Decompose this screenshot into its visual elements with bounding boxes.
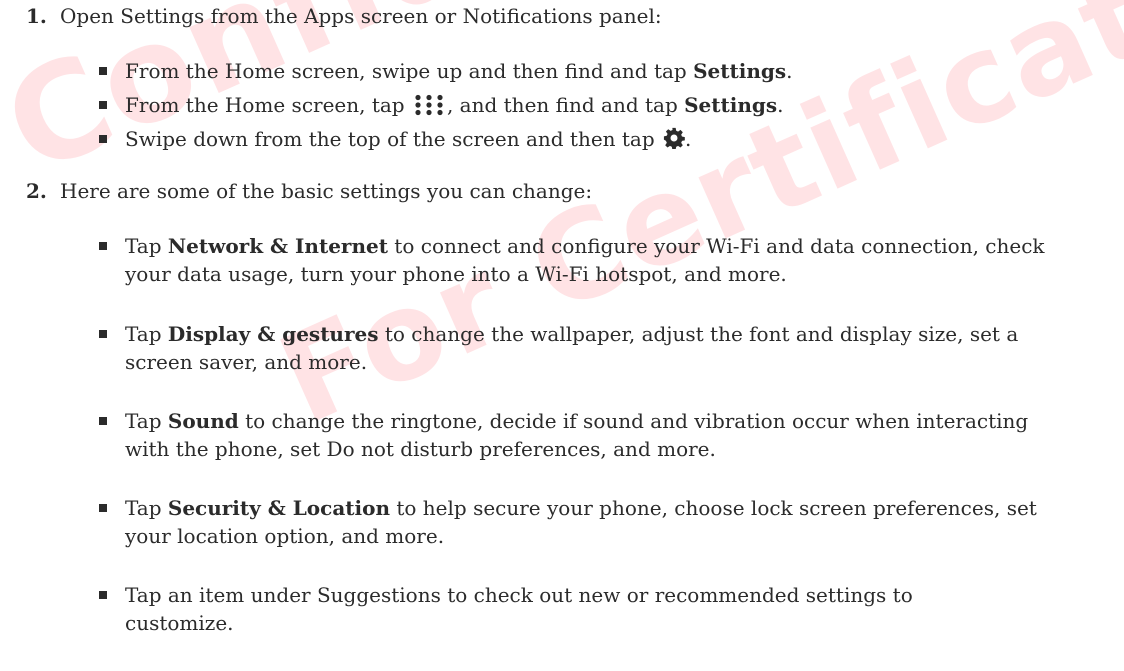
list-item-text: Tap Sound to change the ringtone, decide… (125, 409, 1029, 461)
step-text: Here are some of the basic settings you … (60, 179, 593, 203)
bullet-marker (99, 504, 107, 512)
emphasis: Network & Internet (167, 234, 388, 258)
emphasis: Settings (684, 93, 778, 117)
list-item-text: Tap Network & Internet to connect and co… (125, 234, 1045, 286)
bullet-marker (99, 67, 107, 75)
emphasis: Settings (693, 59, 787, 83)
apps-grid-icon (413, 94, 445, 123)
emphasis: Sound (167, 409, 239, 433)
list-item-text: From the Home screen, swipe up and then … (125, 59, 793, 83)
list-item-text: Swipe down from the top of the screen an… (125, 125, 1075, 156)
list-item-text: Tap an item under Suggestions to check o… (125, 583, 913, 635)
document-page: 1. Open Settings from the Apps screen or… (0, 0, 1124, 671)
bullet-marker (99, 101, 107, 109)
bullet-marker (99, 242, 107, 250)
list-item-text: Tap Security & Location to help secure y… (125, 496, 1037, 548)
step-text: Open Settings from the Apps screen or No… (60, 4, 662, 28)
bullet-marker (99, 591, 107, 599)
bullet-marker (99, 330, 107, 338)
list-item-text: From the Home screen, tap , and then fin… (125, 91, 1075, 123)
emphasis: Security & Location (167, 496, 390, 520)
gear-icon (663, 127, 685, 156)
emphasis: Display & gestures (167, 322, 379, 346)
step-number: 2. (26, 179, 47, 203)
step-number: 1. (26, 4, 47, 28)
bullet-marker (99, 417, 107, 425)
list-item-text: Tap Display & gestures to change the wal… (125, 322, 1019, 374)
bullet-marker (99, 135, 107, 143)
